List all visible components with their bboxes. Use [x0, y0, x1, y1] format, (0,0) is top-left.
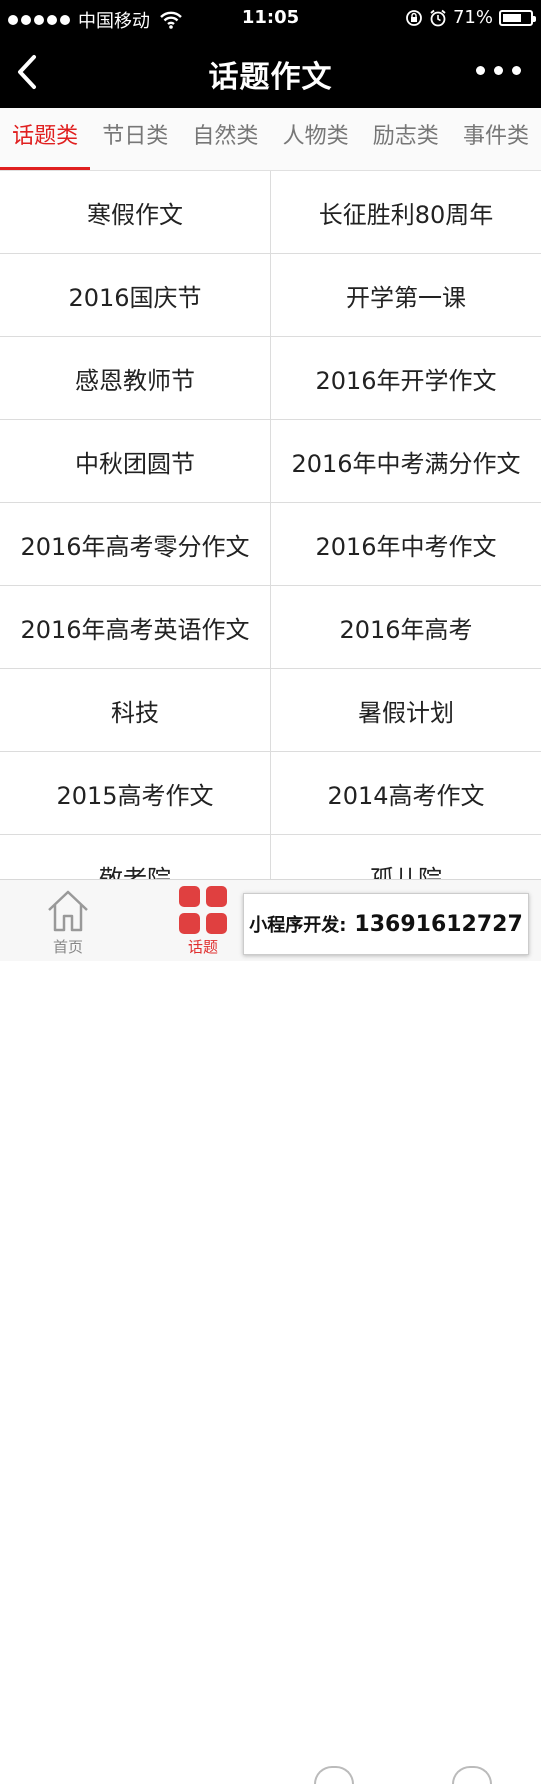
- topic-cell[interactable]: 敬老院: [0, 835, 271, 879]
- topic-cell[interactable]: 2016年中考作文: [271, 503, 541, 585]
- topic-cell[interactable]: 孤儿院: [271, 835, 541, 880]
- status-bar: 中国移动 11:05 71%: [0, 0, 541, 36]
- topic-cell[interactable]: 2016年高考零分作文: [0, 503, 271, 585]
- topic-cell[interactable]: 开学第一课: [271, 254, 541, 336]
- tab-nature[interactable]: 自然类: [180, 108, 270, 170]
- promo-label: 小程序开发:: [249, 915, 347, 936]
- tab-topics[interactable]: 话题类: [0, 108, 91, 170]
- battery-icon: [499, 9, 536, 26]
- tabbar-topics-label: 话题: [187, 938, 218, 956]
- tabbar-icon-partial: [452, 1766, 492, 1784]
- tabbar-home-label: 首页: [52, 938, 83, 956]
- orientation-lock-icon: [406, 9, 422, 26]
- topic-cell[interactable]: 2016年开学作文: [271, 337, 541, 419]
- topic-cell[interactable]: 2016年中考满分作文: [271, 420, 541, 502]
- alarm-icon: [430, 9, 446, 26]
- topic-cell[interactable]: 寒假作文: [0, 171, 271, 253]
- topic-cell[interactable]: 科技: [0, 669, 271, 751]
- category-tabs: 话题类 节日类 自然类 人物类 励志类 事件类: [0, 108, 541, 171]
- home-icon: [48, 890, 88, 932]
- topic-row: 2015高考作文 2014高考作文: [0, 752, 541, 835]
- tab-events[interactable]: 事件类: [451, 108, 541, 170]
- topic-cell[interactable]: 2016年高考: [271, 586, 541, 668]
- grid-icon: [179, 886, 227, 934]
- tabbar-topics[interactable]: 话题: [163, 886, 243, 957]
- topic-cell[interactable]: 长征胜利80周年: [271, 171, 541, 253]
- topic-cell[interactable]: 2016年高考英语作文: [0, 586, 271, 668]
- topic-cell[interactable]: 2015高考作文: [0, 752, 271, 834]
- topic-cell[interactable]: 中秋团圆节: [0, 420, 271, 502]
- topic-grid: 寒假作文 长征胜利80周年 2016国庆节 开学第一课 感恩教师节 2016年开…: [0, 171, 541, 879]
- topic-cell[interactable]: 感恩教师节: [0, 337, 271, 419]
- topic-row: 2016年高考英语作文 2016年高考: [0, 586, 541, 669]
- tab-people[interactable]: 人物类: [271, 108, 361, 170]
- topic-row: 感恩教师节 2016年开学作文: [0, 337, 541, 420]
- topic-row: 敬老院 孤儿院: [0, 835, 541, 879]
- more-options-icon[interactable]: [476, 66, 521, 75]
- topic-cell[interactable]: 2016国庆节: [0, 254, 271, 336]
- topic-cell[interactable]: 2014高考作文: [271, 752, 541, 834]
- topic-cell[interactable]: 暑假计划: [271, 669, 541, 751]
- tab-inspirational[interactable]: 励志类: [361, 108, 451, 170]
- promo-banner[interactable]: 小程序开发: 13691612727: [243, 893, 529, 955]
- page-title: 话题作文: [208, 60, 333, 95]
- navigation-bar: 话题作文: [0, 36, 541, 108]
- topic-row: 中秋团圆节 2016年中考满分作文: [0, 420, 541, 503]
- battery-percent: 71%: [452, 7, 493, 28]
- promo-phone: 13691612727: [354, 911, 523, 937]
- topic-row: 寒假作文 长征胜利80周年: [0, 171, 541, 254]
- topic-row: 2016年高考零分作文 2016年中考作文: [0, 503, 541, 586]
- tabbar-home[interactable]: 首页: [28, 886, 108, 957]
- topic-row: 科技 暑假计划: [0, 669, 541, 752]
- topic-row: 2016国庆节 开学第一课: [0, 254, 541, 337]
- tabbar-icon-partial: [314, 1766, 354, 1784]
- tab-holidays[interactable]: 节日类: [90, 108, 180, 170]
